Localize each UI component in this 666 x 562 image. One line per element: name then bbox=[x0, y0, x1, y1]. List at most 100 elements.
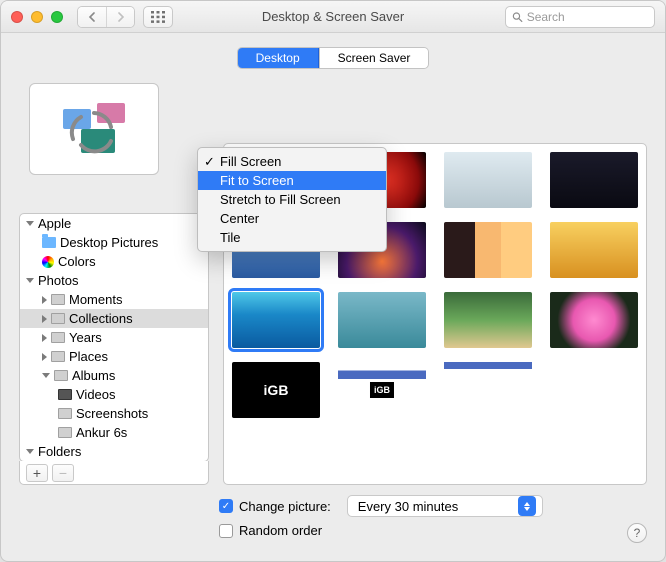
preferences-window: Desktop & Screen Saver Desktop Screen Sa… bbox=[0, 0, 666, 562]
sidebar-group-label: Folders bbox=[38, 444, 81, 459]
sidebar-item-collections[interactable]: Collections bbox=[20, 309, 208, 328]
sidebar-item-label: Colors bbox=[58, 254, 96, 269]
change-picture-checkbox[interactable]: ✓ bbox=[219, 499, 233, 513]
sidebar-group-photos[interactable]: Photos bbox=[20, 271, 208, 290]
sidebar-item-label: Desktop Pictures bbox=[60, 235, 158, 250]
sidebar-group-label: Apple bbox=[38, 216, 71, 231]
sidebar-item-years[interactable]: Years bbox=[20, 328, 208, 347]
menu-item-label: Tile bbox=[220, 230, 240, 245]
window-controls bbox=[11, 11, 63, 23]
thumbnail[interactable] bbox=[550, 222, 638, 278]
add-folder-button[interactable]: + bbox=[26, 464, 48, 482]
disclosure-triangle-icon bbox=[26, 221, 34, 226]
sidebar-group-label: Photos bbox=[38, 273, 78, 288]
sidebar-item-label: Screenshots bbox=[76, 406, 148, 421]
disclosure-triangle-icon bbox=[42, 315, 47, 323]
sidebar-group-folders[interactable]: Folders bbox=[20, 442, 208, 461]
sidebar-item-places[interactable]: Places bbox=[20, 347, 208, 366]
thumbnail[interactable]: iGB bbox=[232, 362, 320, 418]
album-icon bbox=[58, 427, 72, 438]
search-icon bbox=[512, 11, 523, 23]
fit-mode-menu: ✓ Fill Screen Fit to Screen Stretch to F… bbox=[197, 147, 387, 252]
thumbnail-selected[interactable] bbox=[232, 292, 320, 348]
search-input[interactable] bbox=[527, 10, 648, 24]
thumbnail[interactable] bbox=[444, 152, 532, 208]
stepper-icon bbox=[518, 496, 536, 516]
color-wheel-icon bbox=[42, 256, 54, 268]
sidebar-item-screenshots[interactable]: Screenshots bbox=[20, 404, 208, 423]
remove-folder-button[interactable]: − bbox=[52, 464, 74, 482]
sidebar-item-label: Years bbox=[69, 330, 102, 345]
interval-select[interactable]: Every 30 minutes bbox=[347, 495, 543, 517]
random-order-checkbox[interactable] bbox=[219, 524, 233, 538]
tab-desktop[interactable]: Desktop bbox=[238, 48, 319, 68]
thumbnail[interactable] bbox=[550, 362, 638, 418]
change-picture-row: ✓ Change picture: Every 30 minutes bbox=[219, 495, 617, 517]
random-order-label: Random order bbox=[239, 523, 322, 538]
tab-bar: Desktop Screen Saver bbox=[237, 47, 430, 69]
album-icon bbox=[51, 313, 65, 324]
menu-item-stretch[interactable]: Stretch to Fill Screen bbox=[198, 190, 386, 209]
source-sidebar: Apple Desktop Pictures Colors Photos bbox=[19, 213, 209, 462]
sidebar-item-albums[interactable]: Albums bbox=[20, 366, 208, 385]
sidebar-group-apple[interactable]: Apple bbox=[20, 214, 208, 233]
random-order-row: Random order bbox=[219, 523, 617, 538]
titlebar: Desktop & Screen Saver bbox=[1, 1, 665, 33]
thumbnail[interactable] bbox=[444, 222, 532, 278]
sidebar-item-colors[interactable]: Colors bbox=[20, 252, 208, 271]
album-icon bbox=[51, 351, 65, 362]
menu-item-center[interactable]: Center bbox=[198, 209, 386, 228]
thumbnail[interactable] bbox=[444, 362, 532, 418]
sidebar-item-ankur-6s[interactable]: Ankur 6s bbox=[20, 423, 208, 442]
menu-item-label: Stretch to Fill Screen bbox=[220, 192, 341, 207]
interval-value: Every 30 minutes bbox=[358, 499, 458, 514]
thumbnail[interactable] bbox=[338, 362, 426, 418]
sidebar-item-label: Albums bbox=[72, 368, 115, 383]
sidebar-item-label: Places bbox=[69, 349, 108, 364]
sidebar-item-moments[interactable]: Moments bbox=[20, 290, 208, 309]
menu-item-label: Center bbox=[220, 211, 259, 226]
sidebar-item-desktop-pictures[interactable]: Desktop Pictures bbox=[20, 233, 208, 252]
menu-item-label: Fit to Screen bbox=[220, 173, 294, 188]
checkmark-icon: ✓ bbox=[204, 154, 215, 170]
thumbnail[interactable] bbox=[550, 292, 638, 348]
nav-back-forward bbox=[77, 6, 135, 28]
search-field[interactable] bbox=[505, 6, 655, 28]
minimize-window-button[interactable] bbox=[31, 11, 43, 23]
album-icon bbox=[51, 332, 65, 343]
menu-item-fill-screen[interactable]: ✓ Fill Screen bbox=[198, 152, 386, 171]
sidebar-item-label: Ankur 6s bbox=[76, 425, 127, 440]
chevron-left-icon bbox=[88, 12, 96, 22]
disclosure-triangle-icon bbox=[42, 296, 47, 304]
disclosure-triangle-icon bbox=[26, 449, 34, 454]
rotation-preview-icon bbox=[59, 99, 129, 159]
show-all-button[interactable] bbox=[143, 6, 173, 28]
disclosure-triangle-icon bbox=[26, 278, 34, 283]
sidebar-item-videos[interactable]: Videos bbox=[20, 385, 208, 404]
change-picture-label: Change picture: bbox=[239, 499, 331, 514]
close-window-button[interactable] bbox=[11, 11, 23, 23]
thumbnail[interactable] bbox=[338, 292, 426, 348]
desktop-preview bbox=[29, 83, 159, 175]
folder-icon bbox=[42, 237, 56, 248]
chevron-right-icon bbox=[117, 12, 125, 22]
disclosure-triangle-icon bbox=[42, 353, 47, 361]
videos-icon bbox=[58, 389, 72, 400]
album-icon bbox=[58, 408, 72, 419]
menu-item-tile[interactable]: Tile bbox=[198, 228, 386, 247]
content-area: Desktop Screen Saver bbox=[1, 33, 665, 561]
disclosure-triangle-icon bbox=[42, 334, 47, 342]
back-button[interactable] bbox=[78, 7, 106, 27]
sidebar-item-label: Collections bbox=[69, 311, 133, 326]
album-icon bbox=[54, 370, 68, 381]
album-icon bbox=[51, 294, 65, 305]
tab-screen-saver[interactable]: Screen Saver bbox=[319, 48, 429, 68]
sidebar-footer: + − bbox=[19, 461, 209, 485]
menu-item-label: Fill Screen bbox=[220, 154, 281, 169]
zoom-window-button[interactable] bbox=[51, 11, 63, 23]
thumbnail[interactable] bbox=[444, 292, 532, 348]
forward-button[interactable] bbox=[106, 7, 134, 27]
help-button[interactable]: ? bbox=[627, 523, 647, 543]
menu-item-fit-to-screen[interactable]: Fit to Screen bbox=[198, 171, 386, 190]
thumbnail[interactable] bbox=[550, 152, 638, 208]
